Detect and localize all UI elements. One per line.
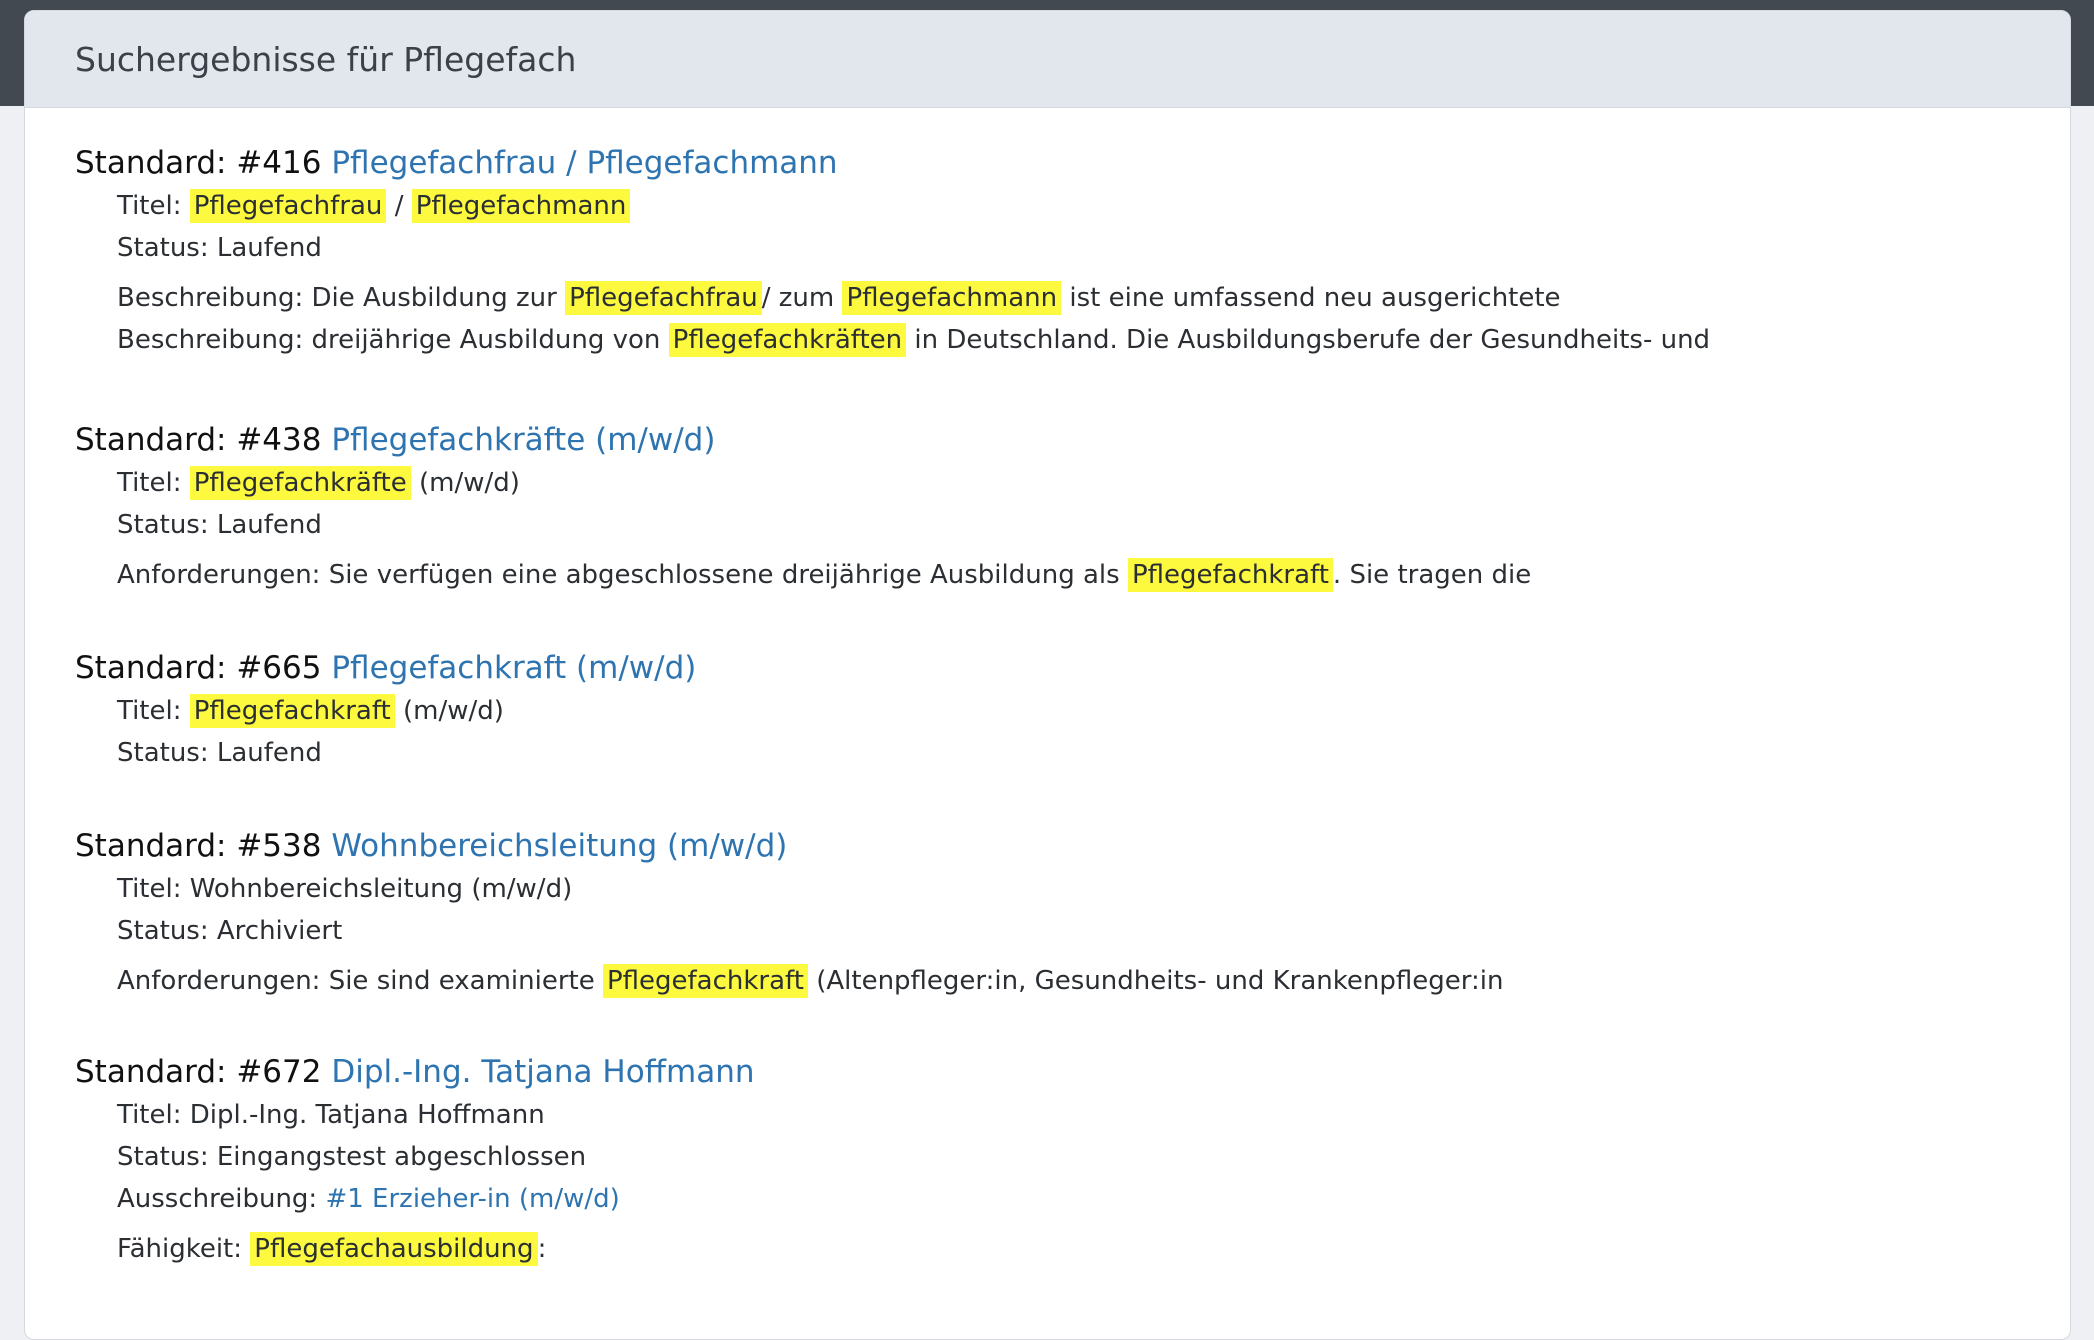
result-link[interactable]: Pflegefachkraft (m/w/d) xyxy=(331,650,696,686)
search-highlight: Pflegefachausbildung xyxy=(250,1232,538,1266)
result-ausschreibung: Ausschreibung: #1 Erzieher-in (m/w/d) xyxy=(75,1178,2070,1220)
description-text: Beschreibung: Die Ausbildung zur xyxy=(117,283,557,313)
search-highlight: Pflegefachkraft xyxy=(602,964,808,998)
title-label: Titel: xyxy=(117,468,182,498)
title-separator: / xyxy=(394,191,404,221)
skill-text: : xyxy=(537,1234,547,1264)
result-prefix: Standard: #665 xyxy=(75,650,322,686)
result-prefix: Standard: #416 xyxy=(75,145,322,181)
search-highlight: Pflegefachkraft xyxy=(1127,558,1333,592)
result-link[interactable]: Pflegefachfrau / Pflegefachmann xyxy=(331,145,837,181)
search-results-card: Suchergebnisse für Pflegefach Standard: … xyxy=(24,10,2071,1340)
result-item-665: Standard: #665 Pflegefachkraft (m/w/d) T… xyxy=(75,646,2070,774)
result-status: Status: Laufend xyxy=(117,233,322,263)
result-link[interactable]: Dipl.-Ing. Tatjana Hoffmann xyxy=(331,1054,754,1090)
result-item-538: Standard: #538 Wohnbereichsleitung (m/w/… xyxy=(75,824,2070,1002)
ausschreibung-link[interactable]: #1 Erzieher-in (m/w/d) xyxy=(325,1184,619,1214)
page-title: Suchergebnisse für Pflegefach xyxy=(75,39,577,79)
description-text: ist eine umfassend neu ausgerichtete xyxy=(1069,283,1561,313)
search-highlight: Pflegefachkräfte xyxy=(189,466,411,500)
result-heading: Standard: #416 Pflegefachfrau / Pflegefa… xyxy=(75,141,2070,185)
search-highlight: Pflegefachmann xyxy=(842,281,1062,315)
result-description: Beschreibung: dreijährige Ausbildung von… xyxy=(75,319,2070,361)
result-title-row: Titel: Pflegefachkräfte (m/w/d) xyxy=(75,462,2070,504)
result-prefix: Standard: #538 xyxy=(75,828,322,864)
result-heading: Standard: #438 Pflegefachkräfte (m/w/d) xyxy=(75,418,2070,462)
title-text: (m/w/d) xyxy=(419,468,520,498)
title-text: (m/w/d) xyxy=(403,696,504,726)
result-prefix: Standard: #672 xyxy=(75,1054,322,1090)
skill-label: Fähigkeit: xyxy=(117,1234,243,1264)
search-highlight: Pflegefachmann xyxy=(411,189,631,223)
result-requirements: Anforderungen: Sie verfügen eine abgesch… xyxy=(75,554,2070,596)
result-status: Status: Archiviert xyxy=(117,916,343,946)
result-requirements: Anforderungen: Sie sind examinierte Pfle… xyxy=(75,960,2070,1002)
result-title-row: Titel: Pflegefachfrau / Pflegefachmann xyxy=(75,185,2070,227)
description-text: Beschreibung: dreijährige Ausbildung von xyxy=(117,325,661,355)
requirements-text: Anforderungen: Sie verfügen eine abgesch… xyxy=(117,560,1120,590)
result-item-672: Standard: #672 Dipl.-Ing. Tatjana Hoffma… xyxy=(75,1050,2070,1270)
result-title-row: Titel: Dipl.-Ing. Tatjana Hoffmann xyxy=(117,1100,545,1130)
title-label: Titel: xyxy=(117,191,182,221)
result-prefix: Standard: #438 xyxy=(75,422,322,458)
result-link[interactable]: Wohnbereichsleitung (m/w/d) xyxy=(331,828,787,864)
search-highlight: Pflegefachkräften xyxy=(668,323,907,357)
requirements-text: Anforderungen: Sie sind examinierte xyxy=(117,966,595,996)
result-heading: Standard: #672 Dipl.-Ing. Tatjana Hoffma… xyxy=(75,1050,2070,1094)
requirements-text: . Sie tragen die xyxy=(1332,560,1532,590)
search-highlight: Pflegefachfrau xyxy=(565,281,762,315)
search-highlight: Pflegefachfrau xyxy=(189,189,387,223)
result-title-row: Titel: Pflegefachkraft (m/w/d) xyxy=(75,690,2070,732)
card-header: Suchergebnisse für Pflegefach xyxy=(25,11,2070,108)
result-title-row: Titel: Wohnbereichsleitung (m/w/d) xyxy=(117,874,573,904)
result-status: Status: Laufend xyxy=(117,510,322,540)
requirements-text: (Altenpfleger:in, Gesundheits- und Krank… xyxy=(816,966,1504,996)
result-link[interactable]: Pflegefachkräfte (m/w/d) xyxy=(331,422,715,458)
result-item-438: Standard: #438 Pflegefachkräfte (m/w/d) … xyxy=(75,418,2070,596)
result-heading: Standard: #665 Pflegefachkraft (m/w/d) xyxy=(75,646,2070,690)
title-label: Titel: xyxy=(117,696,182,726)
description-text: in Deutschland. Die Ausbildungsberufe de… xyxy=(914,325,1711,355)
result-skill: Fähigkeit: Pflegefachausbildung: xyxy=(75,1228,2070,1270)
results-list: Standard: #416 Pflegefachfrau / Pflegefa… xyxy=(25,108,2070,1270)
result-status: Status: Eingangstest abgeschlossen xyxy=(117,1142,587,1172)
result-item-416: Standard: #416 Pflegefachfrau / Pflegefa… xyxy=(75,141,2070,361)
description-text: / zum xyxy=(761,283,835,313)
result-status: Status: Laufend xyxy=(117,738,322,768)
result-description: Beschreibung: Die Ausbildung zur Pflegef… xyxy=(75,277,2070,319)
ausschreibung-label: Ausschreibung: xyxy=(117,1184,318,1214)
search-highlight: Pflegefachkraft xyxy=(189,694,395,728)
result-heading: Standard: #538 Wohnbereichsleitung (m/w/… xyxy=(75,824,2070,868)
